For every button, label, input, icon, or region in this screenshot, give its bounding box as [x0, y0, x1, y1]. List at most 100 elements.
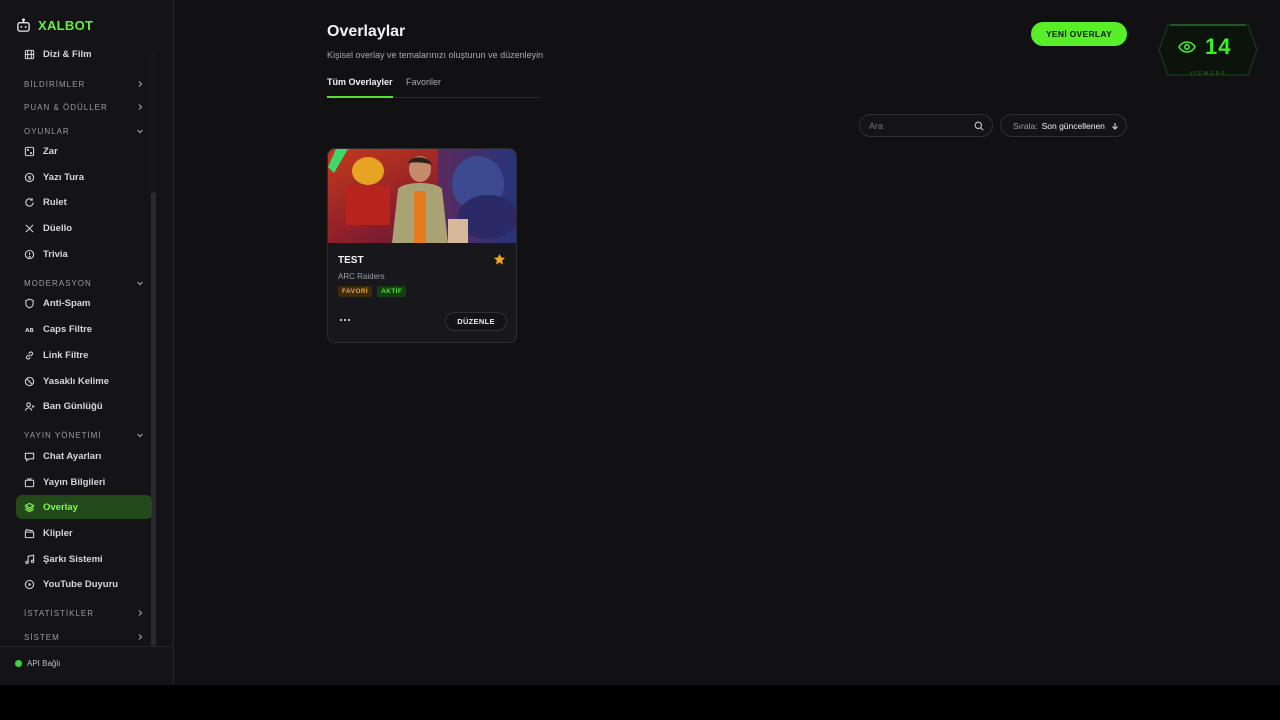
sidebar-item-label: Ban Günlüğü [43, 400, 103, 412]
viewer-counter: 14 VIEWERS [1158, 22, 1258, 78]
search-icon[interactable] [974, 121, 984, 131]
viewer-row: 14 [1178, 36, 1231, 58]
sidebar-item-anti-spam[interactable]: Anti-Spam [16, 291, 152, 315]
svg-text:$: $ [28, 175, 32, 181]
shield-icon [25, 298, 34, 308]
sidebar-item-klipler[interactable]: Klipler [16, 521, 152, 545]
coin-icon: $ [24, 172, 35, 182]
tv-icon [24, 477, 35, 487]
sidebar-item-label: Şarkı Sistemi [43, 553, 103, 565]
viewer-label: VIEWERS [1189, 71, 1227, 77]
section-oyunlar[interactable]: OYUNLAR [24, 124, 144, 138]
music-icon [25, 554, 35, 564]
tab-all-overlays[interactable]: Tüm Overlayler [327, 77, 393, 98]
sidebar-item-label: Düello [43, 222, 73, 234]
more-options-icon[interactable] [338, 313, 352, 327]
eye-icon [1178, 41, 1196, 53]
sidebar-item-link-filtre[interactable]: Link Filtre [16, 343, 152, 367]
sidebar-item-dizi-film[interactable]: Dizi & Film [16, 42, 152, 66]
sidebar-item-caps-filtre[interactable]: AB Caps Filtre [16, 317, 152, 341]
sidebar-item-label: Yasaklı Kelime [43, 375, 110, 387]
sidebar-item-label: Dizi & Film [43, 48, 92, 60]
sidebar-item-chat-ayarlari[interactable]: Chat Ayarları [16, 444, 152, 468]
sidebar-item-label: Yayın Bilgileri [43, 476, 106, 488]
sidebar-item-yayin-bilgileri[interactable]: Yayın Bilgileri [16, 470, 152, 494]
section-label: PUAN & ÖDÜLLER [24, 102, 108, 112]
api-status: API Bağlı [15, 659, 60, 668]
sidebar-nav: Dizi & Film BİLDİRİMLER PUAN & ÖDÜLLER O… [0, 42, 160, 646]
api-status-label: API Bağlı [27, 659, 61, 668]
chevron-down-icon [137, 433, 143, 438]
clapper-icon [24, 528, 35, 538]
sort-value: Son güncellenen [1041, 120, 1105, 131]
sidebar-item-duello[interactable]: Düello [16, 216, 152, 240]
sidebar-item-yasakli-kelime[interactable]: Yasaklı Kelime [16, 369, 152, 393]
section-sistem[interactable]: SİSTEM [24, 630, 144, 644]
overlay-game: ARC Raiders [338, 272, 385, 281]
favorite-badge: FAVORİ [338, 286, 373, 297]
section-puan-oduller[interactable]: PUAN & ÖDÜLLER [24, 100, 144, 114]
overlay-card[interactable]: TEST ARC Raiders FAVORİ AKTİF DÜZENLE [327, 148, 517, 343]
refresh-icon [25, 197, 34, 207]
bottom-black-bar [0, 685, 1280, 720]
sidebar-item-zar[interactable]: Zar [16, 139, 152, 163]
link-icon [25, 350, 34, 360]
section-label: OYUNLAR [24, 126, 70, 136]
section-istatistikler[interactable]: İSTATİSTİKLER [24, 606, 144, 620]
chevron-right-icon [138, 634, 143, 640]
sidebar-item-label: Rulet [43, 196, 67, 208]
section-label: YAYIN YÖNETİMİ [24, 430, 102, 440]
section-moderasyon[interactable]: MODERASYON [24, 276, 144, 290]
chat-icon [24, 452, 35, 462]
user-x-icon [24, 401, 35, 411]
chevron-down-icon [137, 129, 143, 134]
dice-icon [24, 146, 35, 156]
page-subtitle: Kişisel overlay ve temalarınızı oluşturu… [327, 50, 544, 60]
layers-icon [24, 502, 35, 512]
robot-icon [17, 17, 30, 32]
search-box[interactable] [859, 114, 993, 137]
star-icon[interactable] [493, 253, 506, 266]
sidebar-item-label: Anti-Spam [43, 297, 91, 309]
search-input[interactable] [869, 119, 969, 133]
sidebar-item-label: Link Filtre [43, 349, 89, 361]
tab-favorites[interactable]: Favoriler [406, 77, 441, 98]
chevron-right-icon [138, 81, 143, 87]
sort-label: Sırala: [1013, 120, 1038, 131]
section-label: İSTATİSTİKLER [24, 608, 95, 618]
sidebar-item-label: Chat Ayarları [43, 450, 102, 462]
sidebar-item-label: Zar [43, 145, 58, 157]
ban-icon [24, 376, 35, 386]
sidebar-item-rulet[interactable]: Rulet [16, 190, 152, 214]
overlay-title: TEST [338, 255, 364, 266]
sidebar-item-label: YouTube Duyuru [43, 578, 119, 590]
play-circle-icon [24, 579, 35, 589]
sidebar-item-youtube-duyuru[interactable]: YouTube Duyuru [16, 572, 152, 596]
sort-dropdown[interactable]: Sırala: Son güncellenen [1000, 114, 1127, 137]
brand[interactable]: XALBOT [16, 16, 93, 34]
sidebar-item-trivia[interactable]: Trivia [16, 242, 152, 266]
status-dot [15, 660, 22, 667]
viewer-count: 14 [1205, 34, 1232, 59]
sidebar-item-yazi-tura[interactable]: $ Yazı Tura [16, 165, 152, 189]
app-window: XALBOT Dizi & Film BİLDİRİMLER PUAN & ÖD… [0, 0, 1280, 685]
section-label: SİSTEM [24, 632, 60, 642]
section-bildirimler[interactable]: BİLDİRİMLER [24, 77, 144, 91]
svg-text:AB: AB [25, 327, 34, 333]
chevron-right-icon [138, 610, 143, 616]
section-yayin-yonetimi[interactable]: YAYIN YÖNETİMİ [24, 428, 144, 442]
new-overlay-button[interactable]: YENİ OVERLAY [1031, 22, 1127, 46]
overlay-tabs: Tüm Overlayler Favoriler [327, 72, 540, 98]
chevron-down-icon [137, 281, 143, 286]
sidebar-item-label: Overlay [43, 501, 78, 513]
sidebar-item-sarki-sistemi[interactable]: Şarkı Sistemi [16, 547, 152, 571]
sidebar-item-ban-gunlugu[interactable]: Ban Günlüğü [16, 394, 152, 418]
sidebar-item-overlay[interactable]: Overlay [16, 495, 152, 519]
edit-button[interactable]: DÜZENLE [445, 312, 507, 331]
active-badge: AKTİF [377, 286, 407, 297]
overlay-thumbnail[interactable] [328, 149, 517, 243]
swords-icon [25, 223, 34, 233]
brand-name: XALBOT [38, 17, 94, 33]
sidebar: XALBOT Dizi & Film BİLDİRİMLER PUAN & ÖD… [0, 0, 174, 685]
section-label: MODERASYON [24, 278, 92, 288]
